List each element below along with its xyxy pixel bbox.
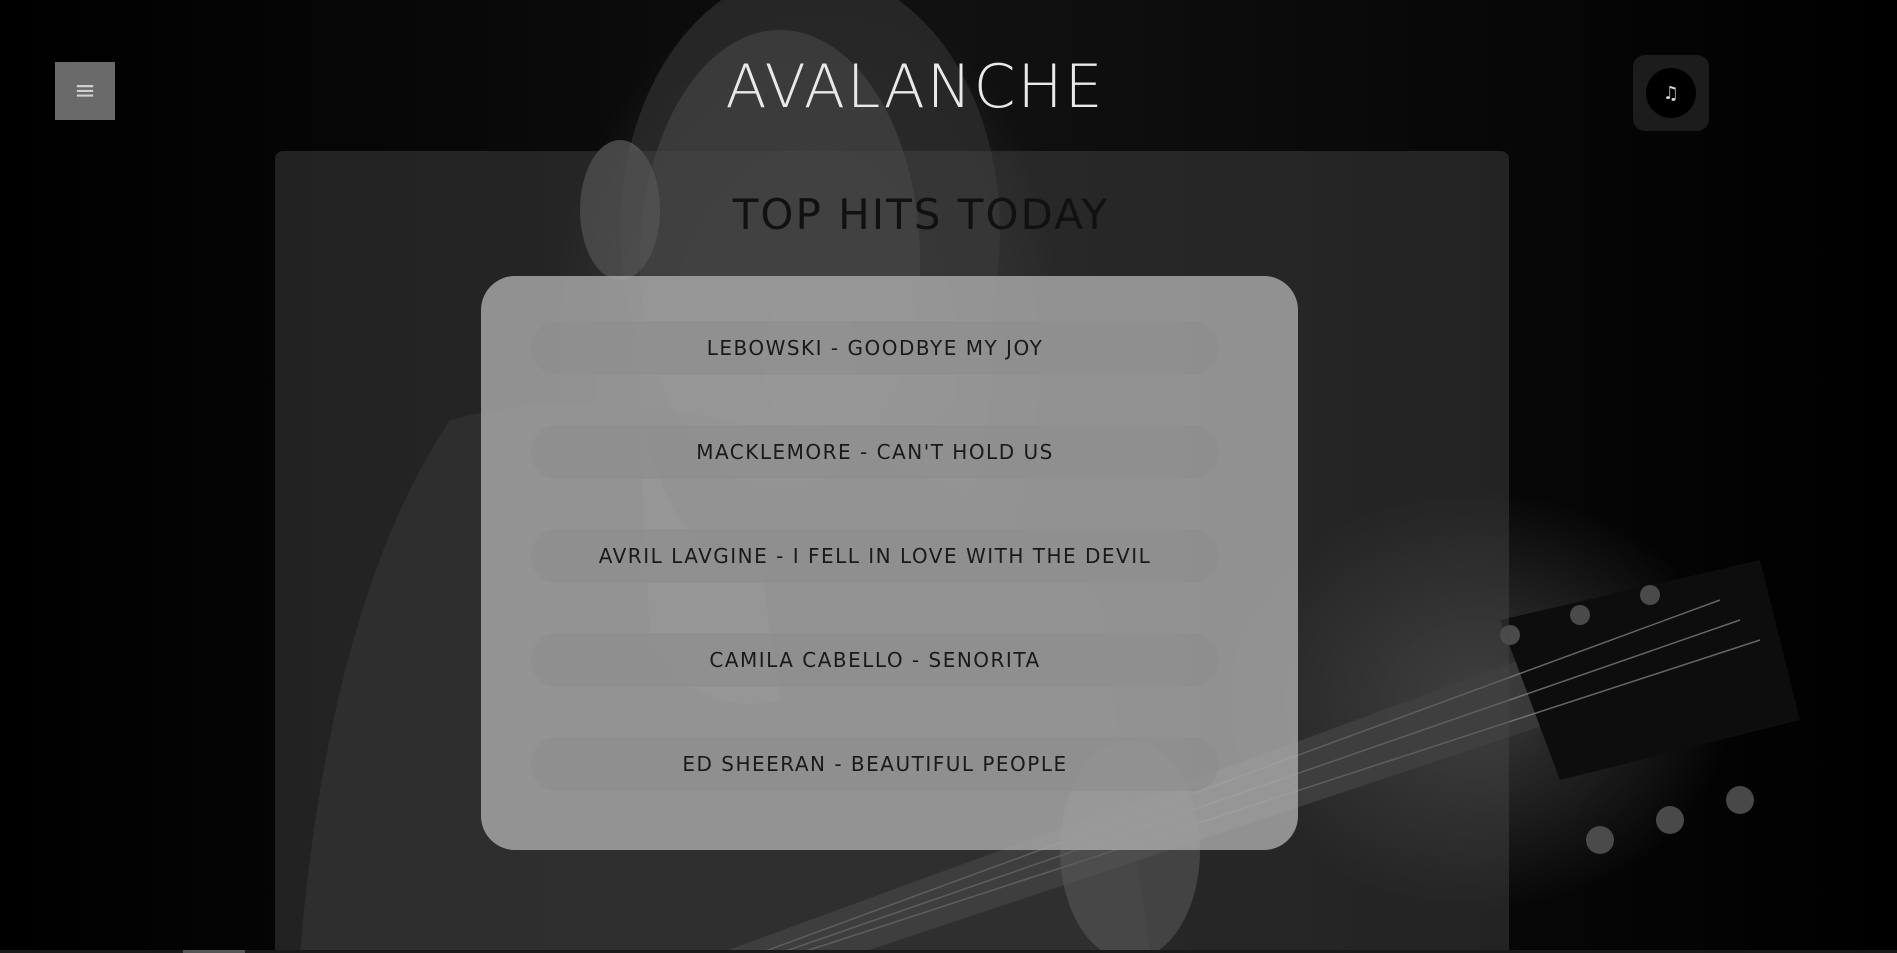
song-item-5[interactable]: ED SHEERAN - BEAUTIFUL PEOPLE: [531, 737, 1219, 791]
song-list: LEBOWSKI - GOODBYE MY JOY MACKLEMORE - C…: [481, 276, 1298, 850]
site-logo[interactable]: AVALANCHE: [0, 52, 1830, 122]
song-item-3[interactable]: AVRIL LAVGINE - I FELL IN LOVE WITH THE …: [531, 529, 1219, 583]
page: ≡ AVALANCHE ♫ TOP HITS TODAY LEBOWSKI - …: [0, 0, 1897, 953]
music-toggle-container: ♫: [1633, 55, 1709, 131]
song-item-4[interactable]: CAMILA CABELLO - SENORITA: [531, 633, 1219, 687]
song-item-2[interactable]: MACKLEMORE - CAN'T HOLD US: [531, 425, 1219, 479]
song-item-1[interactable]: LEBOWSKI - GOODBYE MY JOY: [531, 321, 1219, 375]
music-note-icon: ♫: [1662, 82, 1680, 104]
page-title: TOP HITS TODAY: [732, 190, 1110, 239]
music-toggle-button[interactable]: ♫: [1646, 68, 1696, 118]
